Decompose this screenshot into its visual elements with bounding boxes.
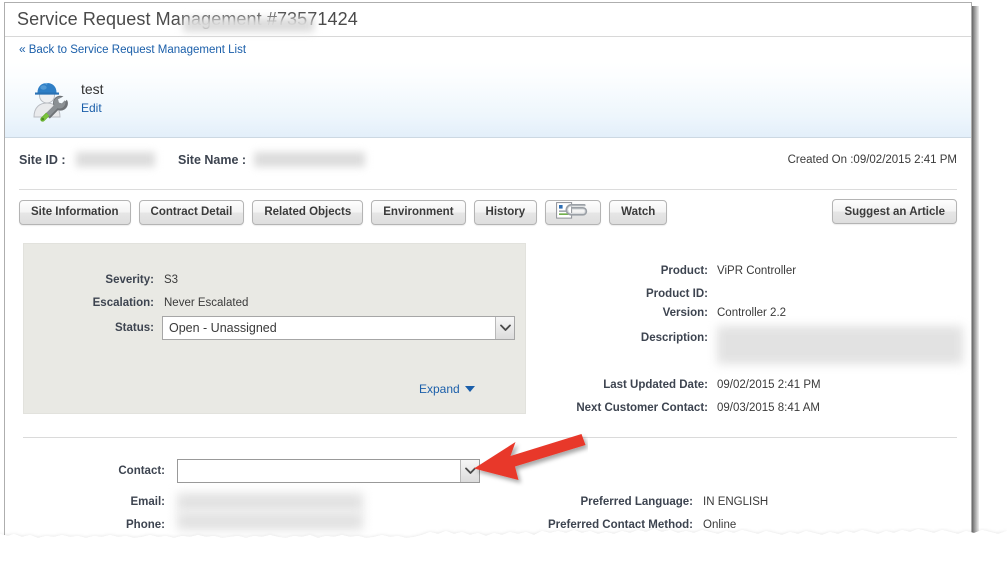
application-frame: Service Request Management #73571424 «Ba… — [4, 2, 972, 536]
email-label: Email: — [130, 496, 165, 508]
status-dropdown-value: Open - Unassigned — [169, 321, 277, 335]
product-details-column: Product: ViPR Controller Product ID: Ver… — [545, 243, 965, 414]
version-value: Controller 2.2 — [717, 307, 787, 319]
last-updated-date-value: 09/02/2015 2:41 PM — [717, 379, 821, 391]
back-to-list-link[interactable]: «Back to Service Request Management List — [19, 42, 246, 56]
attachment-paperclip-icon — [556, 202, 590, 222]
status-label: Status: — [115, 322, 154, 334]
torn-paper-bottom-edge — [0, 528, 1007, 566]
watch-button[interactable]: Watch — [609, 199, 668, 225]
next-customer-contact-label: Next Customer Contact: — [576, 402, 708, 414]
contact-details-section: Contact: Email: Phone: Preferred Languag… — [5, 449, 971, 535]
site-name-label: Site Name : — [178, 153, 247, 167]
title-bar: Service Request Management #73571424 — [5, 3, 971, 37]
tab-site-information[interactable]: Site Information — [19, 199, 131, 225]
escalation-label: Escalation: — [92, 297, 154, 309]
email-value-redacted — [177, 493, 363, 511]
expand-link[interactable]: Expand — [419, 382, 475, 396]
contact-dropdown[interactable] — [177, 459, 480, 483]
contact-section-divider — [23, 437, 957, 438]
description-label: Description: — [640, 332, 708, 344]
site-row-divider — [19, 189, 957, 190]
record-identity-band: test Edit — [5, 62, 971, 138]
tab-environment[interactable]: Environment — [371, 199, 466, 225]
site-id-label: Site ID : — [19, 153, 66, 167]
product-value: ViPR Controller — [717, 265, 797, 277]
record-name: test — [81, 81, 104, 97]
severity-label: Severity: — [105, 274, 154, 286]
detail-area: Severity: S3 Escalation: Never Escalated… — [5, 235, 971, 425]
severity-value: S3 — [164, 274, 179, 286]
product-id-label: Product ID: — [646, 288, 708, 300]
tab-button-strip: Site Information Contract Detail Related… — [19, 199, 668, 225]
edit-link[interactable]: Edit — [81, 101, 102, 115]
chevron-down-icon — [460, 460, 479, 482]
tab-contract-detail[interactable]: Contract Detail — [138, 199, 245, 225]
status-dropdown[interactable]: Open - Unassigned — [162, 316, 515, 340]
frame-drop-shadow — [972, 6, 979, 536]
site-name-value-redacted — [254, 152, 365, 167]
created-on-text: Created On :09/02/2015 2:41 PM — [787, 154, 957, 166]
site-id-value-redacted — [76, 152, 155, 167]
tab-history[interactable]: History — [473, 199, 538, 225]
last-updated-date-label: Last Updated Date: — [603, 379, 708, 391]
triangle-down-icon — [464, 386, 475, 392]
version-label: Version: — [662, 307, 708, 319]
back-link-label: Back to Service Request Management List — [28, 44, 247, 56]
description-value-redacted — [717, 326, 963, 364]
preferred-language-value: IN ENGLISH — [703, 496, 769, 508]
service-request-worker-icon — [25, 75, 73, 123]
product-label: Product: — [660, 265, 708, 277]
next-customer-contact-value: 09/03/2015 8:41 AM — [717, 402, 820, 414]
contact-label: Contact: — [118, 465, 165, 477]
suggest-an-article-button[interactable]: Suggest an Article — [832, 199, 957, 224]
contact-value-redacted — [183, 18, 314, 32]
tab-related-objects[interactable]: Related Objects — [252, 199, 364, 225]
expand-label: Expand — [419, 382, 460, 396]
breadcrumb-row: «Back to Service Request Management List — [5, 38, 971, 62]
escalation-value: Never Escalated — [164, 297, 249, 309]
preferred-language-label: Preferred Language: — [580, 496, 693, 508]
double-chevron-left-icon: « — [19, 42, 26, 56]
attachments-button[interactable] — [545, 199, 602, 225]
chevron-down-icon — [495, 317, 514, 339]
case-summary-panel: Severity: S3 Escalation: Never Escalated… — [23, 243, 526, 414]
screenshot-root: Service Request Management #73571424 «Ba… — [0, 0, 1007, 566]
